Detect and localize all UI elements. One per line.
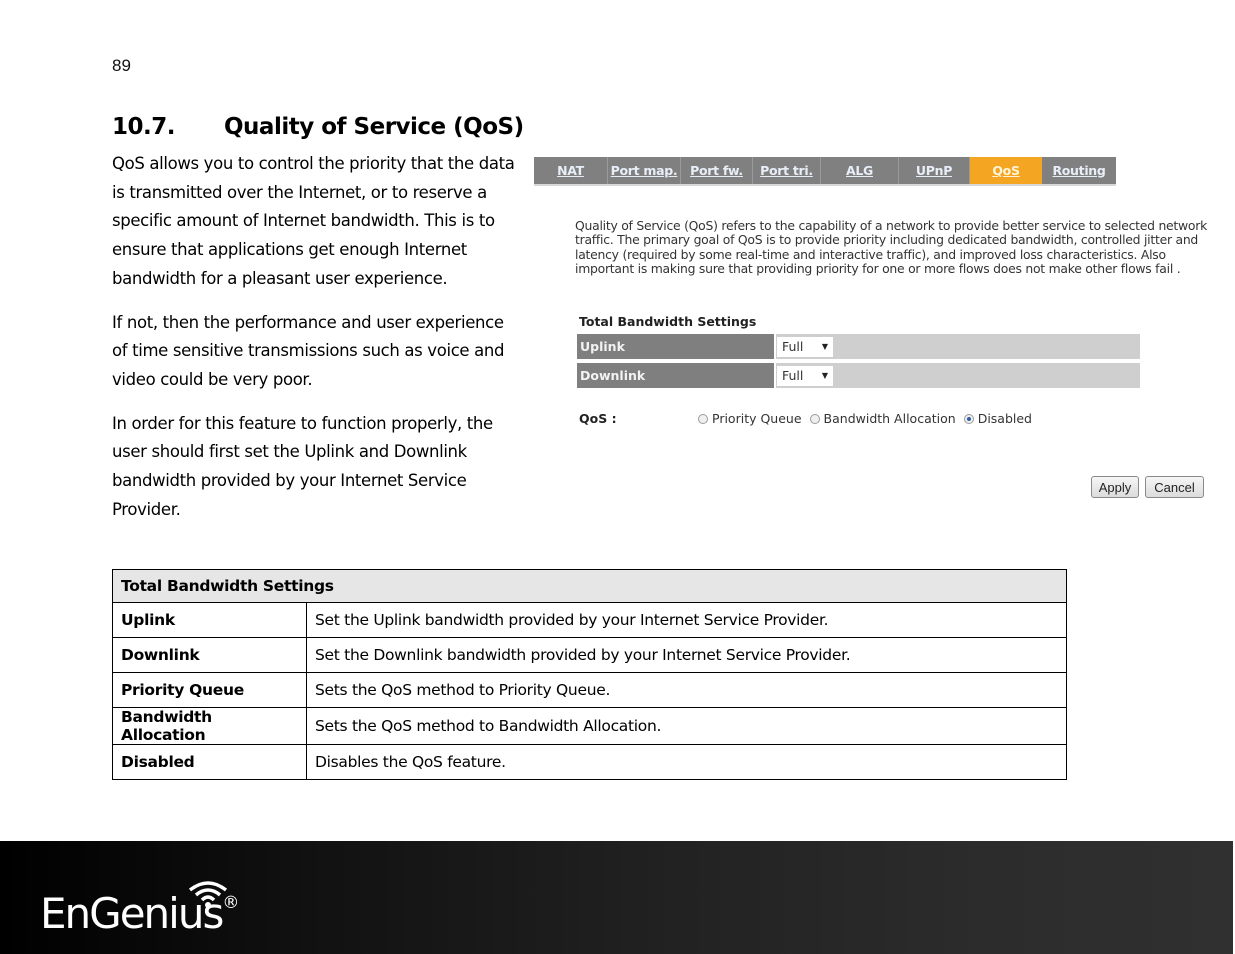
tab-bar: NAT Port map. Port fw. Port tri. ALG UPn… <box>534 157 1116 184</box>
table-desc: Sets the QoS method to Bandwidth Allocat… <box>306 707 1067 745</box>
qos-mode-label: QoS : <box>579 411 617 426</box>
tab-upnp[interactable]: UPnP <box>899 157 970 184</box>
table-desc: Sets the QoS method to Priority Queue. <box>306 672 1067 708</box>
table-row: Downlink Set the Downlink bandwidth prov… <box>112 637 1067 673</box>
uplink-label: Uplink <box>577 334 774 359</box>
table-row: Disabled Disables the QoS feature. <box>112 744 1067 780</box>
page-number: 89 <box>112 56 131 75</box>
table-term: Disabled <box>112 744 307 780</box>
brand-name: EnGenius <box>40 889 224 938</box>
radio-priority-queue[interactable]: Priority Queue <box>698 411 802 426</box>
table-term: Priority Queue <box>112 672 307 708</box>
table-header-row: Total Bandwidth Settings <box>112 569 1067 603</box>
tab-port-fw[interactable]: Port fw. <box>681 157 753 184</box>
radio-disabled[interactable]: Disabled <box>963 411 1032 426</box>
table-header: Total Bandwidth Settings <box>112 569 1067 603</box>
qos-mode-row: QoS : Priority Queue Bandwidth Allocatio… <box>579 411 1040 426</box>
section-heading: 10.7. Quality of Service (QoS) <box>112 114 524 140</box>
cancel-button[interactable]: Cancel <box>1145 476 1204 498</box>
tab-alg[interactable]: ALG <box>821 157 899 184</box>
downlink-select[interactable]: Full ▼ <box>777 365 833 386</box>
table-term: Uplink <box>112 602 307 638</box>
tab-port-map[interactable]: Port map. <box>608 157 681 184</box>
qos-description: Quality of Service (QoS) refers to the c… <box>575 218 1208 276</box>
radio-button[interactable] <box>809 413 820 424</box>
tab-port-tri[interactable]: Port tri. <box>753 157 821 184</box>
bandwidth-settings-title: Total Bandwidth Settings <box>579 314 757 329</box>
radio-button-checked[interactable] <box>963 413 974 424</box>
tab-routing[interactable]: Routing <box>1042 157 1116 184</box>
uplink-value: Full <box>782 339 804 354</box>
intro-paragraph: If not, then the performance and user ex… <box>112 312 505 389</box>
radio-label: Disabled <box>977 411 1032 426</box>
downlink-label: Downlink <box>577 363 774 388</box>
radio-label: Bandwidth Allocation <box>823 411 956 426</box>
intro-text: QoS allows you to control the priority t… <box>112 150 522 539</box>
settings-reference-table: Total Bandwidth Settings Uplink Set the … <box>112 569 1067 780</box>
table-row: Bandwidth Allocation Sets the QoS method… <box>112 707 1067 745</box>
intro-paragraph: QoS allows you to control the priority t… <box>112 154 515 288</box>
section-title: Quality of Service (QoS) <box>224 114 524 140</box>
section-number: 10.7. <box>112 114 176 140</box>
uplink-row: Uplink Full ▼ <box>577 334 1140 359</box>
tab-nat[interactable]: NAT <box>534 157 608 184</box>
radio-label: Priority Queue <box>712 411 802 426</box>
page-footer: EnGenius® <box>0 841 1235 954</box>
qos-screenshot: NAT Port map. Port fw. Port tri. ALG UPn… <box>534 155 1214 505</box>
chevron-down-icon: ▼ <box>821 342 828 351</box>
table-term: Bandwidth Allocation <box>112 707 307 745</box>
registered-mark: ® <box>222 893 240 913</box>
table-desc: Set the Downlink bandwidth provided by y… <box>306 637 1067 673</box>
intro-paragraph: In order for this feature to function pr… <box>112 413 493 519</box>
downlink-row: Downlink Full ▼ <box>577 363 1140 388</box>
table-row: Priority Queue Sets the QoS method to Pr… <box>112 672 1067 708</box>
table-desc: Disables the QoS feature. <box>306 744 1067 780</box>
chevron-down-icon: ▼ <box>821 371 828 380</box>
table-row: Uplink Set the Uplink bandwidth provided… <box>112 602 1067 638</box>
radio-button[interactable] <box>698 413 708 424</box>
engenius-logo: EnGenius® <box>40 893 239 935</box>
tab-qos[interactable]: QoS <box>970 157 1042 184</box>
radio-bandwidth-allocation[interactable]: Bandwidth Allocation <box>809 411 956 426</box>
table-term: Downlink <box>112 637 307 673</box>
table-desc: Set the Uplink bandwidth provided by you… <box>306 602 1067 638</box>
apply-button[interactable]: Apply <box>1091 476 1139 498</box>
uplink-select[interactable]: Full ▼ <box>777 336 833 357</box>
downlink-value: Full <box>782 368 804 383</box>
